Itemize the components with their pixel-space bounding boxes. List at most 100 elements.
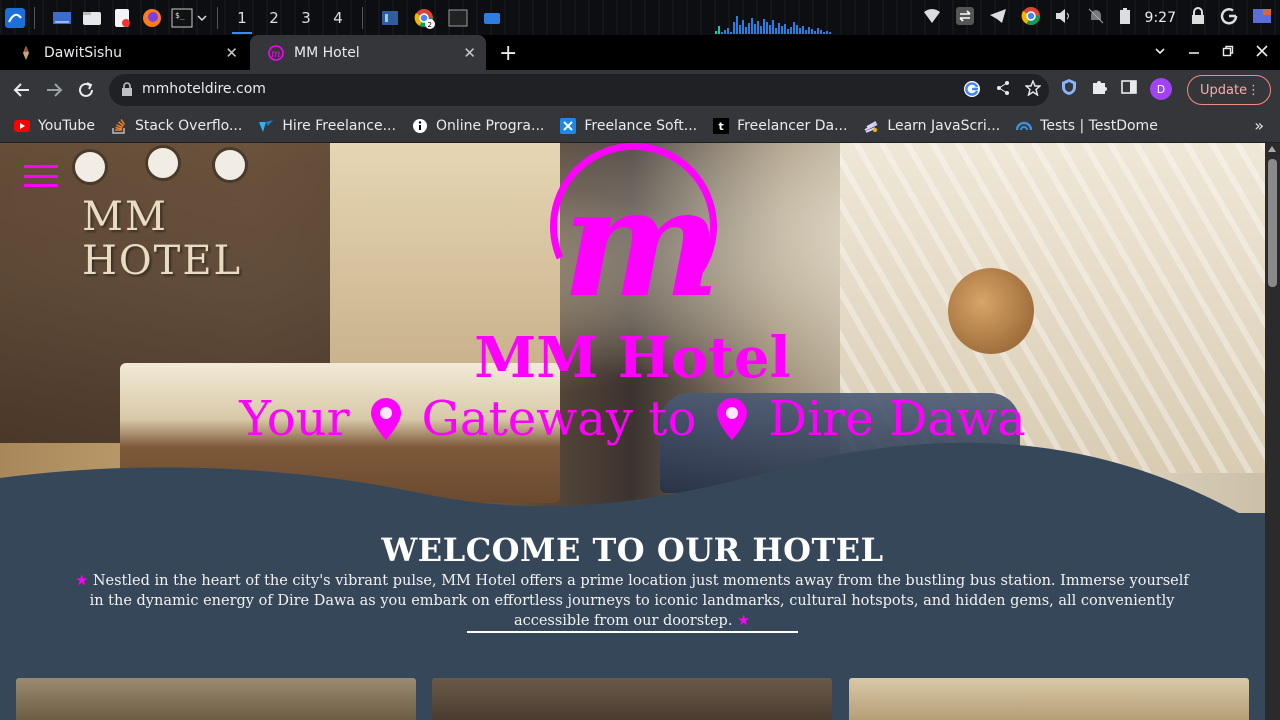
file-manager-icon[interactable] — [81, 7, 103, 29]
welcome-paragraph: Nestled in the heart of the city's vibra… — [89, 573, 1189, 629]
new-tab-button[interactable]: + — [499, 41, 517, 66]
bookmark-testdome[interactable]: Tests | TestDome — [1016, 118, 1158, 134]
bookmark-label: Freelancer Da... — [737, 118, 848, 134]
google-lens-icon[interactable] — [963, 80, 981, 102]
bookmark-youtube[interactable]: YouTube — [14, 118, 95, 134]
network-activity-graph — [715, 12, 885, 34]
bookmark-label: Hire Freelance... — [282, 118, 396, 134]
tab-title: MM Hotel — [294, 44, 360, 61]
wall-clock-icon — [72, 149, 108, 185]
side-panel-icon[interactable] — [1120, 78, 1138, 100]
location-pin-icon — [370, 398, 401, 440]
url-text: mmhoteldire.com — [142, 81, 266, 97]
welcome-text: ★ Nestled in the heart of the city's vib… — [72, 571, 1192, 631]
battery-icon[interactable] — [1119, 7, 1131, 29]
update-button[interactable]: Update ⋮ — [1187, 75, 1271, 105]
task-manager-icon[interactable] — [379, 7, 401, 29]
tab-mm-hotel[interactable]: m MM Hotel ✕ — [250, 35, 486, 70]
volume-icon[interactable] — [1055, 8, 1073, 28]
chrome-tray-icon[interactable] — [1021, 6, 1041, 30]
vpn-extension-icon[interactable] — [1060, 78, 1078, 100]
youtube-icon — [14, 118, 30, 134]
info-icon — [412, 118, 428, 134]
sync-icon[interactable] — [955, 6, 975, 30]
tab-title: DawitSishu — [44, 44, 123, 61]
hamburger-menu-icon[interactable] — [24, 165, 58, 187]
reload-icon — [79, 82, 93, 97]
workspace-4[interactable]: 4 — [322, 9, 354, 27]
bookmark-freelancer-dashboard[interactable]: t Freelancer Da... — [713, 118, 847, 134]
app-launcher-icon[interactable] — [4, 7, 26, 29]
bookmark-hire-freelance[interactable]: Hire Freelance... — [258, 118, 396, 134]
google-icon[interactable] — [1220, 7, 1238, 29]
dawitsishu-favicon-icon — [18, 45, 34, 61]
star-icon: ★ — [737, 613, 751, 629]
stackoverflow-icon — [111, 118, 127, 134]
bookmark-stackoverflow[interactable]: Stack Overflo... — [111, 118, 242, 134]
back-arrow-icon — [13, 83, 29, 97]
reload-button[interactable] — [74, 78, 98, 102]
back-button[interactable] — [10, 78, 34, 102]
telegram-icon[interactable] — [989, 8, 1007, 28]
svg-text:m: m — [271, 49, 280, 60]
screen-recorder-icon[interactable] — [481, 7, 503, 29]
welcome-heading: WELCOME TO OUR HOTEL — [381, 531, 884, 569]
terminal-window-icon[interactable] — [447, 7, 469, 29]
hotel-wall-sign: MM HOTEL — [82, 194, 243, 284]
x-icon — [560, 118, 577, 134]
close-window-icon[interactable] — [1256, 44, 1268, 61]
room-card-image[interactable] — [16, 678, 416, 720]
workspace-3[interactable]: 3 — [290, 9, 322, 27]
text-editor-icon[interactable] — [111, 7, 133, 29]
page-scrollbar[interactable] — [1265, 143, 1280, 720]
browser-tab-strip: DawitSishu ✕ m MM Hotel ✕ + — [0, 35, 1280, 70]
room-card-image[interactable] — [432, 678, 832, 720]
svg-text:m: m — [562, 155, 721, 308]
bookmark-label: YouTube — [38, 118, 95, 134]
firefox-icon[interactable] — [141, 7, 163, 29]
browser-toolbar: mmhoteldire.com D Update ⋮ — [0, 70, 1280, 110]
bookmark-online-programming[interactable]: Online Progra... — [412, 118, 544, 134]
profile-avatar[interactable]: D — [1150, 78, 1172, 100]
extensions-puzzle-icon[interactable] — [1090, 78, 1108, 100]
restore-icon[interactable] — [1222, 45, 1234, 61]
show-desktop-icon[interactable] — [51, 7, 73, 29]
close-tab-icon[interactable]: ✕ — [463, 44, 476, 62]
forward-button[interactable] — [42, 78, 66, 102]
room-card-image[interactable] — [849, 678, 1249, 720]
bookmark-learn-javascript[interactable]: Learn JavaScri... — [863, 118, 1000, 134]
workspace-1[interactable]: 1 — [226, 9, 258, 34]
tab-dawitsishu[interactable]: DawitSishu ✕ — [0, 35, 248, 70]
address-bar[interactable]: mmhoteldire.com — [109, 74, 1049, 106]
terminal-icon[interactable]: $_ — [171, 7, 193, 29]
wall-clock-icon — [145, 145, 181, 181]
wifi-icon[interactable] — [923, 8, 941, 28]
scroll-up-arrow-icon[interactable] — [1268, 146, 1276, 152]
system-taskbar: $_ 1 2 3 4 2 9:27 — [0, 0, 1280, 35]
lock-icon[interactable] — [121, 82, 133, 101]
chevron-down-icon[interactable] — [195, 7, 209, 29]
clock[interactable]: 9:27 — [1145, 10, 1176, 26]
t-icon: t — [713, 118, 730, 134]
screen-switcher-icon[interactable] — [1252, 7, 1272, 29]
scrollbar-thumb[interactable] — [1268, 159, 1277, 287]
share-icon[interactable] — [995, 80, 1011, 102]
minimize-icon[interactable] — [1188, 45, 1200, 61]
chrome-taskbar-icon[interactable]: 2 — [413, 7, 435, 29]
bookmarks-overflow-icon[interactable]: » — [1254, 116, 1264, 135]
star-icon: ★ — [75, 573, 89, 589]
bookmark-label: Freelance Soft... — [584, 118, 698, 134]
bookmark-freelance-software[interactable]: Freelance Soft... — [560, 118, 697, 134]
close-tab-icon[interactable]: ✕ — [225, 44, 238, 62]
bookmark-star-icon[interactable] — [1024, 79, 1042, 102]
menu-dots-icon[interactable]: ⋮ — [1247, 83, 1260, 98]
lock-icon[interactable] — [1190, 6, 1206, 29]
wall-clock-icon — [212, 147, 248, 183]
hero-section: MM HOTEL m MM Hotel Your Gateway to Dire … — [0, 143, 1265, 518]
workspace-2[interactable]: 2 — [258, 9, 290, 27]
web-page: MM HOTEL m MM Hotel Your Gateway to Dire … — [0, 143, 1265, 720]
bookmarks-bar: YouTube Stack Overflo... Hire Freelance.… — [0, 110, 1280, 143]
tab-search-chevron-icon[interactable] — [1154, 45, 1166, 61]
notifications-muted-icon[interactable] — [1087, 7, 1105, 29]
upwork-icon — [258, 118, 274, 134]
